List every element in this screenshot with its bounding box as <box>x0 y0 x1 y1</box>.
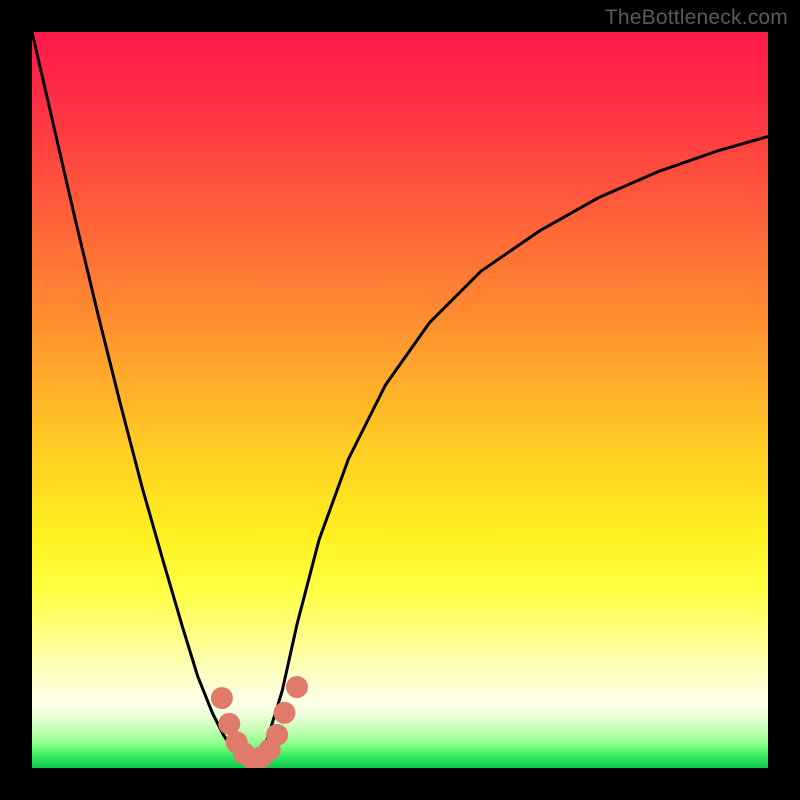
curve-lines <box>32 32 768 761</box>
plot-area <box>32 32 768 768</box>
watermark-text: TheBottleneck.com <box>605 6 788 30</box>
marker-dot <box>211 687 233 709</box>
curve-left <box>32 32 253 761</box>
curve-right <box>253 137 768 761</box>
chart-frame: TheBottleneck.com <box>0 0 800 800</box>
marker-dot <box>286 676 308 698</box>
chart-svg <box>32 32 768 768</box>
marker-dot <box>273 702 295 724</box>
marker-dot <box>266 724 288 746</box>
marker-cluster <box>211 676 308 768</box>
